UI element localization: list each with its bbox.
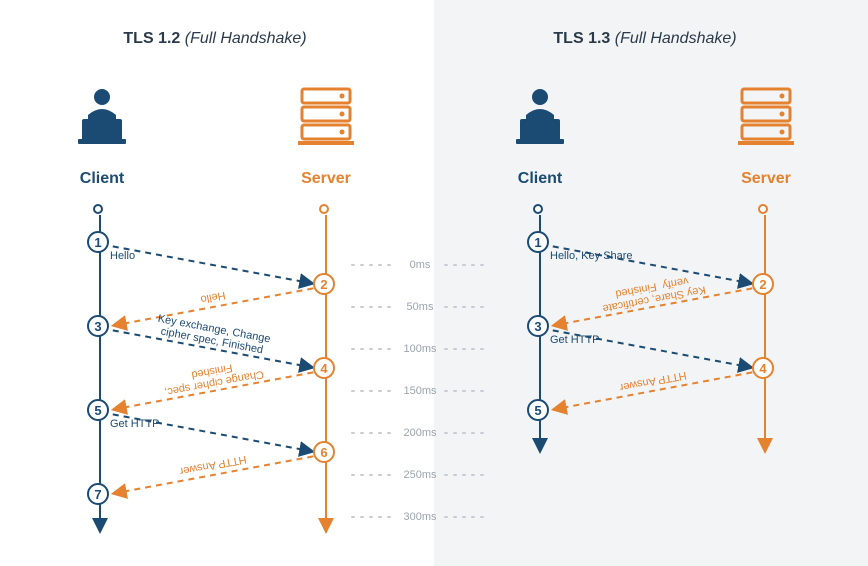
timeline-label: 0ms	[395, 259, 445, 271]
timeline-label: 200ms	[395, 427, 445, 439]
right-title-ital: (Full Handshake)	[615, 30, 737, 47]
message-label: Get HTTP	[110, 418, 160, 430]
client-icon	[74, 85, 130, 150]
step-node-1: 1	[87, 231, 109, 253]
right-server-label: Server	[738, 170, 794, 188]
lifeline-start-dot	[758, 204, 768, 214]
step-node-4: 4	[313, 357, 335, 379]
step-node-4: 4	[752, 357, 774, 379]
lifeline-start-dot	[93, 204, 103, 214]
step-node-3: 3	[527, 315, 549, 337]
left-title-bold: TLS 1.2	[123, 30, 180, 47]
timeline-label: 150ms	[395, 385, 445, 397]
lifeline-start-dot	[533, 204, 543, 214]
message-label: Get HTTP	[550, 334, 600, 346]
step-node-3: 3	[87, 315, 109, 337]
step-node-6: 6	[313, 441, 335, 463]
diagram-canvas: TLS 1.2 (Full Handshake) TLS 1.3 (Full H…	[0, 0, 868, 566]
step-node-1: 1	[527, 231, 549, 253]
message-label: Hello	[110, 250, 135, 262]
server-icon	[736, 85, 796, 152]
right-title-bold: TLS 1.3	[553, 30, 610, 47]
timeline-label: 50ms	[395, 301, 445, 313]
right-title: TLS 1.3 (Full Handshake)	[520, 30, 770, 48]
left-client-label: Client	[74, 170, 130, 188]
timeline-label: 100ms	[395, 343, 445, 355]
left-server-label: Server	[298, 170, 354, 188]
timeline-label: 300ms	[395, 511, 445, 523]
message-label: Hello, Key Share	[550, 250, 633, 262]
timeline-label: 250ms	[395, 469, 445, 481]
step-node-2: 2	[313, 273, 335, 295]
step-node-5: 5	[527, 399, 549, 421]
lifeline-start-dot	[319, 204, 329, 214]
right-client-label: Client	[512, 170, 568, 188]
server-icon	[296, 85, 356, 152]
step-node-7: 7	[87, 483, 109, 505]
left-background	[0, 0, 434, 566]
left-title: TLS 1.2 (Full Handshake)	[90, 30, 340, 48]
step-node-5: 5	[87, 399, 109, 421]
step-node-2: 2	[752, 273, 774, 295]
client-icon	[512, 85, 568, 150]
left-title-ital: (Full Handshake)	[185, 30, 307, 47]
